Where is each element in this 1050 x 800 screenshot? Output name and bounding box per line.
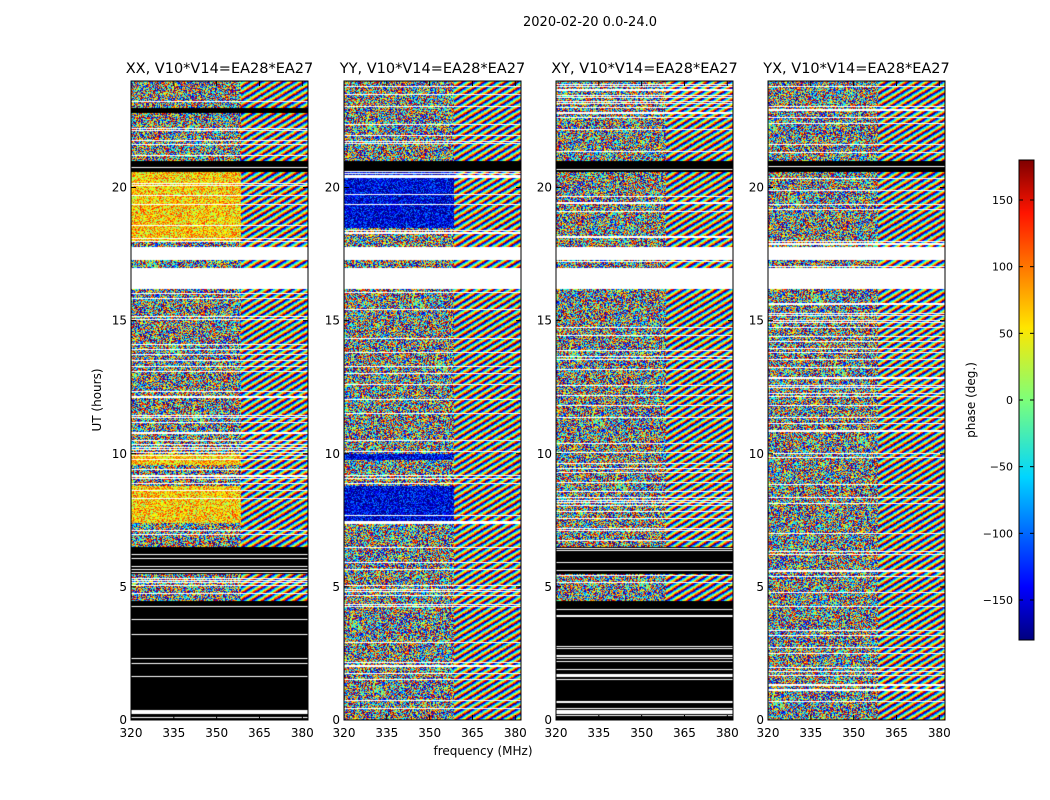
- panel-title: YY, V10*V14=EA28*EA27: [339, 61, 525, 77]
- x-tick-label: 335: [162, 726, 185, 740]
- colorbar-tick-label: −100: [983, 527, 1013, 540]
- x-tick-label: 335: [587, 726, 610, 740]
- colorbar-tick-label: 50: [999, 327, 1013, 340]
- figure-canvas: 2020-02-20 0.0-24.0 XX, V10*V14=EA28*EA2…: [90, 15, 1035, 758]
- y-tick-label: 5: [119, 580, 127, 594]
- x-tick-label: 350: [630, 726, 653, 740]
- panel-3: XY, V10*V14=EA28*EA27 320 335 350 365 380 0 5 10…: [537, 61, 739, 740]
- x-tick-label: 365: [461, 726, 484, 740]
- y-tick-label: 5: [332, 580, 340, 594]
- y-tick-label: 10: [749, 447, 764, 461]
- y-tick-label: 20: [749, 181, 764, 195]
- colorbar-tick-label: 100: [992, 261, 1013, 274]
- y-tick-label: 15: [537, 314, 552, 328]
- y-tick-label: 0: [756, 713, 764, 727]
- panel-2: YY, V10*V14=EA28*EA27 320 335 350 365 380 0 5 10…: [325, 61, 527, 740]
- y-tick-label: 15: [325, 314, 340, 328]
- figure-suptitle: 2020-02-20 0.0-24.0: [523, 15, 657, 30]
- panel-heatmap: [344, 81, 521, 720]
- panel-title: XX, V10*V14=EA28*EA27: [126, 61, 314, 77]
- x-axis-label: frequency (MHz): [433, 744, 532, 758]
- x-tick-label: 320: [545, 726, 568, 740]
- x-tick-label: 350: [842, 726, 865, 740]
- y-axis-label: UT (hours): [90, 368, 104, 431]
- colorbar: 150 100 50 0 −50 −100 −150 phase (deg.): [964, 159, 1035, 641]
- y-tick-label: 10: [112, 447, 127, 461]
- y-tick-label: 15: [749, 314, 764, 328]
- x-tick-label: 365: [248, 726, 271, 740]
- colorbar-tick-label: 150: [992, 194, 1013, 207]
- y-tick-label: 0: [119, 713, 127, 727]
- y-tick-label: 0: [544, 713, 552, 727]
- x-tick-label: 335: [375, 726, 398, 740]
- x-tick-label: 320: [757, 726, 780, 740]
- colorbar-tick-label: −50: [990, 461, 1013, 474]
- panels-group: XX, V10*V14=EA28*EA27 320 335 350 365 380 0 5 10…: [112, 61, 951, 740]
- x-tick-label: 320: [333, 726, 356, 740]
- x-tick-label: 365: [885, 726, 908, 740]
- panel-title: XY, V10*V14=EA28*EA27: [551, 61, 737, 77]
- x-tick-label: 335: [799, 726, 822, 740]
- x-tick-label: 380: [291, 726, 314, 740]
- y-tick-label: 20: [537, 181, 552, 195]
- colorbar-tick-label: −150: [983, 594, 1013, 607]
- panel-heatmap: [131, 81, 308, 720]
- y-tick-label: 5: [756, 580, 764, 594]
- y-tick-label: 20: [112, 181, 127, 195]
- panel-heatmap: [556, 81, 733, 720]
- x-tick-label: 380: [504, 726, 527, 740]
- x-tick-label: 380: [716, 726, 739, 740]
- panel-1: XX, V10*V14=EA28*EA27 320 335 350 365 380 0 5 10…: [112, 61, 314, 740]
- x-tick-label: 320: [120, 726, 143, 740]
- panel-heatmap: [768, 81, 945, 720]
- y-tick-label: 10: [537, 447, 552, 461]
- x-tick-label: 350: [205, 726, 228, 740]
- x-tick-label: 365: [673, 726, 696, 740]
- y-tick-label: 15: [112, 314, 127, 328]
- colorbar-tick-label: 0: [1006, 394, 1013, 407]
- x-tick-label: 380: [928, 726, 951, 740]
- y-tick-label: 10: [325, 447, 340, 461]
- y-tick-label: 5: [544, 580, 552, 594]
- y-tick-label: 0: [332, 713, 340, 727]
- panel-4: YX, V10*V14=EA28*EA27 320 335 350 365 380 0 5 10…: [749, 61, 951, 740]
- y-tick-label: 20: [325, 181, 340, 195]
- x-tick-label: 350: [418, 726, 441, 740]
- panel-title: YX, V10*V14=EA28*EA27: [762, 61, 949, 77]
- colorbar-label: phase (deg.): [964, 362, 978, 438]
